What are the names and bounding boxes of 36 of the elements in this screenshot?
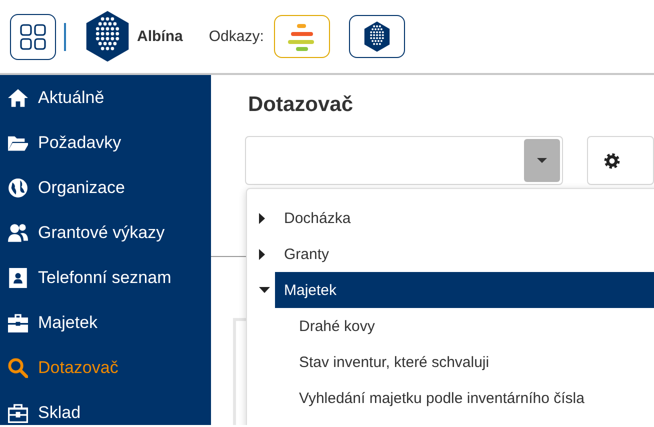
- sidebar-item[interactable]: Požadavky: [0, 120, 211, 165]
- caret-right-icon[interactable]: [259, 248, 265, 260]
- brand-name: Albína: [137, 28, 183, 45]
- tree-item[interactable]: Drahé kovy: [290, 308, 654, 344]
- grid-icon: [20, 24, 46, 50]
- tree-item[interactable]: Majetek: [275, 272, 654, 308]
- caret-right-icon[interactable]: [259, 212, 265, 224]
- search-icon: [8, 358, 28, 378]
- tree-item[interactable]: Docházka: [275, 200, 654, 236]
- logo-icon: [84, 10, 131, 63]
- users-icon: [8, 222, 28, 242]
- links-label: Odkazy:: [208, 28, 264, 45]
- bars-icon: [286, 22, 317, 50]
- page-title: Dotazovač: [247, 92, 354, 118]
- settings-button[interactable]: [586, 136, 654, 185]
- tree-item[interactable]: Vyhledání majetku podle inventárního čísla: [290, 380, 654, 416]
- tree-item[interactable]: Stav inventur, které schvaluji: [290, 344, 654, 380]
- sidebar-item[interactable]: Aktuálně: [0, 75, 211, 120]
- briefcase-icon: [8, 312, 28, 332]
- sidebar-item[interactable]: Grantové výkazy: [0, 210, 211, 255]
- toolbox-icon: [8, 402, 28, 422]
- sidebar-item[interactable]: Organizace: [0, 165, 211, 210]
- sidebar-item[interactable]: Majetek: [0, 300, 211, 345]
- caret-down-icon[interactable]: [259, 287, 270, 293]
- id-card-icon: [8, 268, 28, 288]
- apps-button[interactable]: [10, 14, 56, 60]
- sidebar-item[interactable]: Telefonní seznam: [0, 255, 211, 300]
- logo-icon: [362, 20, 391, 52]
- sidebar-item[interactable]: Dotazovač: [0, 345, 211, 390]
- settings-icon: [604, 152, 620, 168]
- globe-icon: [8, 178, 28, 198]
- tree-item[interactable]: Granty: [275, 236, 654, 272]
- link-button[interactable]: [348, 15, 405, 58]
- sidebar-item[interactable]: Sklad: [0, 390, 211, 425]
- caret-icon: [536, 158, 547, 163]
- home-icon: [8, 88, 28, 108]
